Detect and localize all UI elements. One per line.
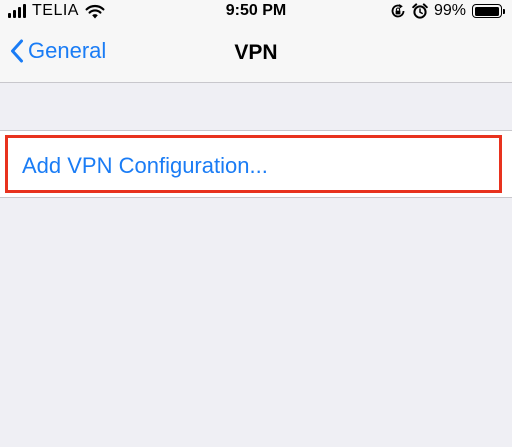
battery-percentage: 99%: [433, 2, 466, 19]
battery-icon: [472, 4, 505, 18]
rotation-lock-icon: [391, 4, 405, 18]
battery-level-fill: [474, 6, 500, 16]
add-vpn-configuration-label: Add VPN Configuration...: [22, 153, 268, 178]
vpn-settings-group: Add VPN Configuration...: [0, 130, 512, 198]
status-right: 99%: [390, 2, 505, 20]
status-bar: TELIA 9:50 PM 99%: [0, 0, 512, 24]
settings-screen: TELIA 9:50 PM 99% General VPN Add VPN Co…: [0, 0, 512, 447]
navigation-bar: General VPN: [0, 24, 512, 83]
alarm-icon: [412, 3, 428, 19]
page-title: VPN: [234, 41, 278, 64]
add-vpn-configuration-button[interactable]: Add VPN Configuration...: [5, 135, 502, 193]
